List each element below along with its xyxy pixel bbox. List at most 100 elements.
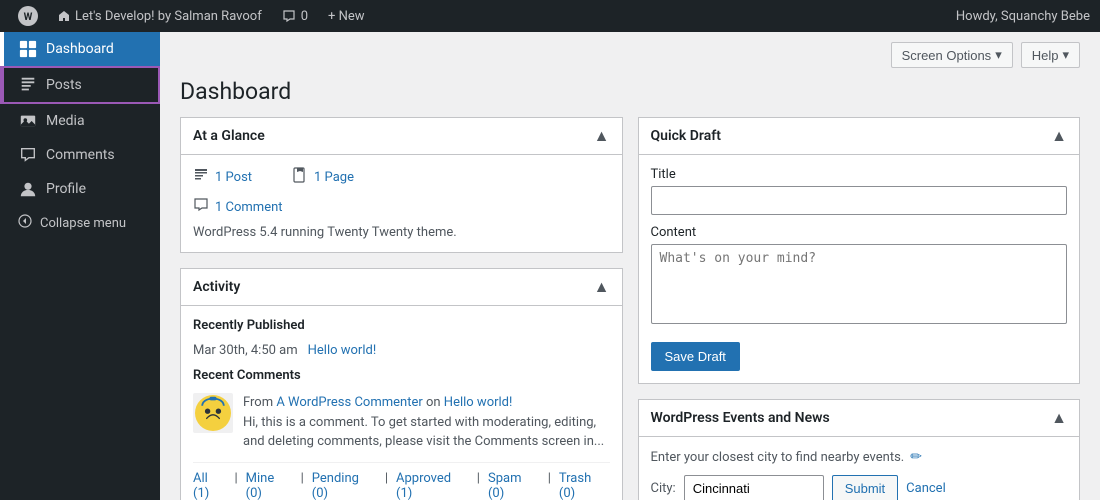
activity-widget: Activity ▲ Recently Published Mar 30th, … [180, 268, 623, 500]
recently-published: Recently Published Mar 30th, 4:50 am Hel… [193, 318, 610, 358]
page-title: Dashboard [180, 78, 1080, 105]
pencil-icon: ✏ [910, 449, 922, 465]
city-cancel-link[interactable]: Cancel [906, 481, 946, 496]
sidebar-item-profile[interactable]: Profile [0, 172, 160, 206]
sidebar-item-media[interactable]: Media [0, 104, 160, 138]
footer-all[interactable]: All (1) [193, 471, 226, 500]
quick-draft-title: Quick Draft [651, 128, 721, 144]
city-submit-button[interactable]: Submit [832, 475, 898, 500]
posts-icon [18, 76, 38, 94]
quick-draft-header: Quick Draft ▲ [639, 118, 1080, 155]
profile-icon [18, 180, 38, 198]
quick-draft-widget: Quick Draft ▲ Title Content Save Draft [638, 117, 1081, 384]
admin-bar-left: W Let's Develop! by Salman Ravoof 0 + Ne… [8, 0, 946, 32]
footer-approved[interactable]: Approved (1) [396, 471, 469, 500]
new-item[interactable]: + New [318, 0, 375, 32]
at-a-glance-widget: At a Glance ▲ 1 Post [180, 117, 623, 253]
content-field: Content [651, 225, 1068, 328]
recently-published-heading: Recently Published [193, 318, 610, 337]
at-a-glance-stats: 1 Post 1 Page [193, 167, 610, 187]
comments-count: 0 [301, 9, 308, 24]
wp-events-widget: WordPress Events and News ▲ Enter your c… [638, 399, 1081, 500]
comment-body: Hi, this is a comment. To get started wi… [243, 415, 604, 450]
dashboard-label: Dashboard [46, 41, 114, 57]
activity-title: Activity [193, 279, 240, 295]
sidebar-item-dashboard[interactable]: Dashboard [0, 32, 160, 66]
city-row: City: Submit Cancel [651, 475, 1068, 500]
collapse-label: Collapse menu [40, 216, 126, 231]
page-icon [292, 167, 308, 187]
sidebar: Dashboard Posts Media Comments Profile [0, 32, 160, 500]
wp-logo-item[interactable]: W [8, 0, 48, 32]
admin-bar: W Let's Develop! by Salman Ravoof 0 + Ne… [0, 0, 1100, 32]
screen-options-button[interactable]: Screen Options ▾ [891, 42, 1013, 68]
at-a-glance-title: At a Glance [193, 128, 265, 144]
post-icon [193, 167, 209, 187]
comment-text-block: From A WordPress Commenter on Hello worl… [243, 393, 610, 452]
title-field: Title [651, 167, 1068, 215]
posts-label: Posts [46, 77, 82, 93]
help-button[interactable]: Help ▾ [1021, 42, 1080, 68]
content-label: Content [651, 225, 1068, 240]
title-label: Title [651, 167, 1068, 182]
quick-draft-toggle[interactable]: ▲ [1051, 126, 1067, 146]
comment-stat: 1 Comment [193, 197, 610, 217]
activity-footer: All (1) | Mine (0) | Pending (0) | Appro… [193, 462, 610, 500]
events-desc-text: Enter your closest city to find nearby e… [651, 450, 905, 465]
footer-pending[interactable]: Pending (0) [312, 471, 377, 500]
dashboard-columns: At a Glance ▲ 1 Post [180, 117, 1080, 500]
activity-content: Recently Published Mar 30th, 4:50 am Hel… [181, 306, 622, 500]
post-count-link[interactable]: 1 Post [215, 170, 252, 185]
city-input[interactable] [684, 475, 824, 500]
comment-post-link[interactable]: Hello world! [444, 395, 513, 410]
activity-toggle[interactable]: ▲ [594, 277, 610, 297]
page-count-link[interactable]: 1 Page [314, 170, 354, 185]
recent-comments-section: Recent Comments [193, 368, 610, 452]
events-description: Enter your closest city to find nearby e… [651, 449, 1068, 465]
left-column: At a Glance ▲ 1 Post [180, 117, 623, 500]
sidebar-item-posts[interactable]: Posts [0, 66, 160, 104]
save-draft-button[interactable]: Save Draft [651, 342, 740, 371]
media-icon [18, 112, 38, 130]
profile-label: Profile [46, 181, 86, 197]
media-label: Media [46, 113, 85, 129]
content-area: Screen Options ▾ Help ▾ Dashboard At a G… [160, 32, 1100, 500]
wp-events-content: Enter your closest city to find nearby e… [639, 437, 1080, 500]
home-icon [58, 10, 70, 22]
pub-link[interactable]: Hello world! [308, 343, 377, 358]
page-stat: 1 Page [292, 167, 354, 187]
collapse-menu-item[interactable]: Collapse menu [0, 206, 160, 240]
wp-logo-icon: W [18, 6, 38, 26]
comment-author-link[interactable]: A WordPress Commenter [276, 395, 422, 410]
site-name-item[interactable]: Let's Develop! by Salman Ravoof [48, 0, 272, 32]
wp-info: WordPress 5.4 running Twenty Twenty them… [193, 225, 610, 240]
help-chevron: ▾ [1062, 47, 1069, 63]
collapse-icon [18, 214, 32, 232]
comments-sidebar-icon [18, 146, 38, 164]
wp-events-toggle[interactable]: ▲ [1051, 408, 1067, 428]
new-label: + New [328, 9, 365, 24]
screen-options-label: Screen Options [902, 48, 992, 63]
comments-item[interactable]: 0 [272, 0, 318, 32]
comment-count-link[interactable]: 1 Comment [215, 200, 283, 215]
footer-mine[interactable]: Mine (0) [246, 471, 293, 500]
comments-icon [282, 9, 296, 23]
right-column: Quick Draft ▲ Title Content Save Draft [638, 117, 1081, 500]
pub-date: Mar 30th, 4:50 am [193, 343, 298, 358]
recent-comment-item: From A WordPress Commenter on Hello worl… [193, 393, 610, 452]
city-label: City: [651, 481, 676, 496]
footer-trash[interactable]: Trash (0) [559, 471, 610, 500]
wp-events-header: WordPress Events and News ▲ [639, 400, 1080, 437]
sidebar-item-comments[interactable]: Comments [0, 138, 160, 172]
comment-avatar [193, 393, 233, 433]
at-a-glance-content: 1 Post 1 Page [181, 155, 622, 252]
activity-pub-row: Mar 30th, 4:50 am Hello world! [193, 343, 610, 358]
activity-header: Activity ▲ [181, 269, 622, 306]
comments-label: Comments [46, 147, 115, 163]
site-name: Let's Develop! by Salman Ravoof [75, 9, 262, 24]
title-input[interactable] [651, 186, 1068, 215]
at-a-glance-toggle[interactable]: ▲ [594, 126, 610, 146]
footer-spam[interactable]: Spam (0) [488, 471, 540, 500]
quick-draft-content: Title Content Save Draft [639, 155, 1080, 383]
content-textarea[interactable] [651, 244, 1068, 324]
